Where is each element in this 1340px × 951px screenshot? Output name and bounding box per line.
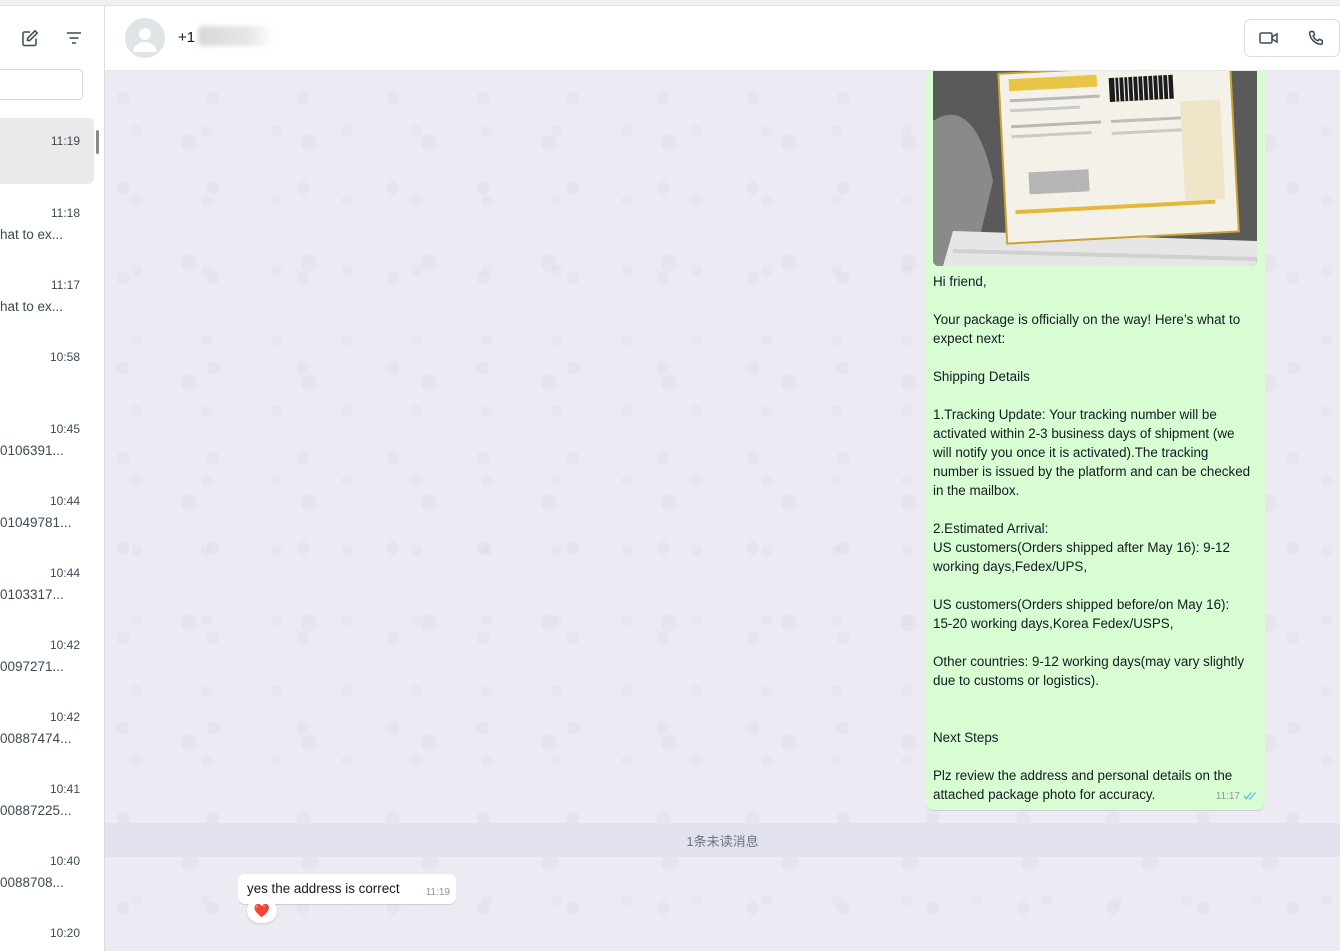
chat-time: 11:17 (50, 278, 80, 292)
search-input[interactable] (0, 69, 83, 100)
chat-preview: hat to ex... (0, 227, 64, 242)
message-line: Other countries: 9-12 working days(may v… (933, 654, 1245, 688)
chat-list-item[interactable]: 10:45 0106391... (0, 406, 94, 472)
chat-header: +1 (105, 6, 1340, 71)
message-line (933, 747, 1251, 766)
redacted-name-blur (198, 26, 273, 46)
chat-list-item[interactable]: 10:20 (0, 910, 94, 951)
chat-preview: 0103317... (0, 587, 64, 602)
message-meta: 11:17 (1216, 787, 1257, 805)
chat-list-item[interactable]: 10:40 0088708... (0, 838, 94, 904)
heart-reaction-icon: ❤️ (253, 903, 271, 918)
outgoing-message-text: Hi friend, Your package is officially on … (933, 272, 1251, 804)
chat-list-item[interactable]: 10:42 00887474... (0, 694, 94, 760)
chat-time: 10:40 (49, 854, 80, 868)
chat-list-item[interactable]: 11:18 hat to ex... (0, 190, 94, 256)
package-label-photo[interactable] (933, 71, 1257, 266)
unread-divider: 1条未读消息 (105, 823, 1340, 857)
chat-list-item[interactable]: 11:19 (0, 118, 94, 184)
message-line (933, 291, 1251, 310)
chat-time: 10:42 (49, 710, 80, 724)
conversation-panel: Hi friend, Your package is officially on … (105, 71, 1340, 951)
chat-preview: 0088708... (0, 875, 64, 890)
contact-name[interactable]: +1 (178, 29, 195, 46)
double-check-icon (1243, 787, 1257, 805)
voice-call-icon[interactable] (1292, 20, 1339, 56)
avatar[interactable] (125, 18, 165, 58)
message-line: Hi friend, (933, 274, 987, 289)
unread-divider-text: 1条未读消息 (686, 833, 759, 849)
message-line: Shipping Details (933, 369, 1030, 384)
message-line (933, 709, 1251, 728)
incoming-message-text: yes the address is correct (247, 881, 400, 896)
message-line: US customers(Orders shipped before/on Ma… (933, 597, 1230, 631)
chat-time: 10:41 (49, 782, 80, 796)
chat-preview: hat to ex... (0, 299, 64, 314)
message-line (933, 500, 1251, 519)
message-line: 1.Tracking Update: Your tracking number … (933, 407, 1251, 498)
message-line (933, 386, 1251, 405)
outgoing-message-bubble[interactable]: Hi friend, Your package is officially on … (925, 71, 1265, 810)
chat-preview: 01049781... (0, 515, 72, 530)
message-time: 11:17 (1215, 790, 1240, 802)
chat-time: 10:44 (49, 494, 80, 508)
message-line (933, 633, 1251, 652)
message-line (933, 576, 1251, 595)
compose-icon[interactable] (20, 28, 40, 48)
message-time: 11:19 (425, 887, 450, 898)
message-line: Your package is officially on the way! H… (933, 312, 1241, 346)
message-line: US customers(Orders shipped after May 16… (933, 540, 1230, 574)
chat-preview: 00887474... (0, 731, 72, 746)
chat-time: 10:45 (49, 422, 80, 436)
chat-preview: 0097271... (0, 659, 64, 674)
chat-preview: 00887225... (0, 803, 72, 818)
message-line: Next Steps (933, 730, 999, 745)
chat-list-item[interactable]: 11:17 hat to ex... (0, 262, 94, 328)
message-line: Plz review the address and personal deta… (933, 768, 1233, 802)
chat-list-item[interactable]: 10:58 (0, 334, 94, 400)
chat-time: 10:20 (49, 926, 80, 940)
call-button-group (1244, 19, 1340, 57)
chat-list-item[interactable]: 10:41 00887225... (0, 766, 94, 832)
chat-preview: 0106391... (0, 443, 64, 458)
message-line (933, 690, 1251, 709)
chat-time: 10:42 (49, 638, 80, 652)
chat-time: 10:44 (49, 566, 80, 580)
reaction-badge[interactable]: ❤️ (247, 898, 277, 923)
chat-list-sidebar: 11:19 11:18 hat to ex... 11:17 hat to ex... 1… (0, 6, 105, 951)
chat-time: 10:58 (49, 350, 80, 364)
message-line (933, 348, 1251, 367)
chat-list-item[interactable]: 10:44 01049781... (0, 478, 94, 544)
chat-list-item[interactable]: 10:44 0103317... (0, 550, 94, 616)
chat-time: 11:18 (50, 206, 80, 220)
video-call-icon[interactable] (1245, 20, 1292, 56)
chat-time: 11:19 (50, 134, 80, 148)
message-line: 2.Estimated Arrival: (933, 521, 1049, 536)
sidebar-scrollbar[interactable] (96, 130, 99, 154)
filter-icon[interactable] (64, 28, 84, 48)
chat-list-item[interactable]: 10:42 0097271... (0, 622, 94, 688)
